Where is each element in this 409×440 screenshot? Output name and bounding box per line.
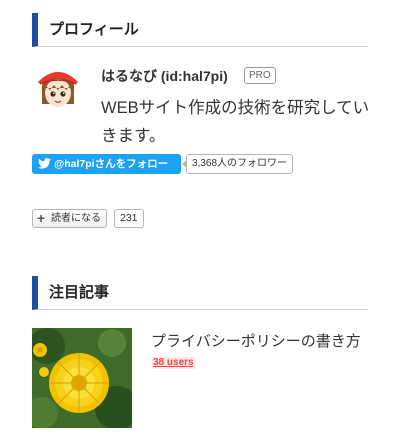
pro-badge: PRO <box>244 67 276 84</box>
bookmark-users-badge[interactable]: 38 users <box>152 357 195 369</box>
featured-section-heading: 注目記事 <box>32 276 368 310</box>
profile-section-heading: プロフィール <box>32 13 368 47</box>
plus-icon: + <box>37 210 46 226</box>
subscribe-label: 読者になる <box>51 213 101 224</box>
reader-count-badge: 231 <box>114 209 144 228</box>
profile-name[interactable]: はるなび (id:hal7pi) <box>101 66 228 86</box>
follower-count-badge[interactable]: 3,368人のフォロワー <box>181 154 294 174</box>
article-thumbnail[interactable] <box>32 328 132 428</box>
twitter-follow-label: @hal7piさんをフォロー <box>54 158 169 170</box>
featured-article-title[interactable]: プライバシーポリシーの書き方 <box>151 330 361 351</box>
featured-heading-text: 注目記事 <box>49 283 110 301</box>
twitter-bird-icon <box>38 158 51 169</box>
avatar[interactable] <box>32 64 84 116</box>
profile-description: WEBサイト作成の技術を研究していきます。 <box>101 99 370 145</box>
subscribe-button[interactable]: + 読者になる <box>32 209 107 228</box>
twitter-follow-button[interactable]: @hal7piさんをフォロー <box>32 154 181 174</box>
profile-heading-text: プロフィール <box>49 20 139 38</box>
